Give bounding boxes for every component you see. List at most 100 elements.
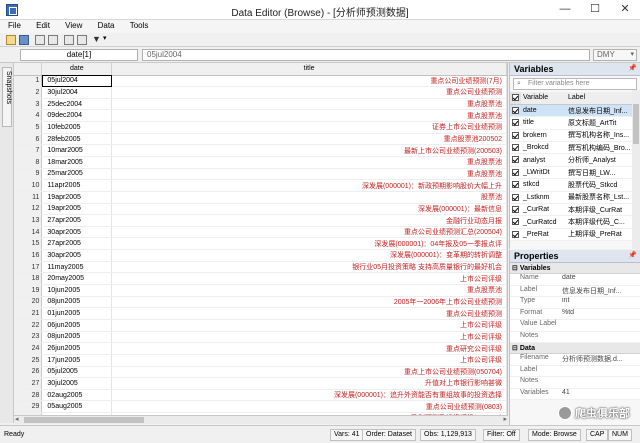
row-number[interactable]: 17: [14, 261, 43, 274]
cell-title[interactable]: 最新上市公司业绩预测(200503): [111, 144, 507, 157]
row-number[interactable]: 4: [14, 109, 43, 123]
table-row[interactable]: 9 25mar2005 重点股票池: [14, 168, 507, 181]
variable-row[interactable]: _CurRat 本期评级_CurRat: [510, 203, 640, 217]
variable-row[interactable]: stkcd 股票代码_Stkcd: [510, 178, 640, 192]
collapse-icon[interactable]: ⊟: [512, 345, 520, 352]
row-number[interactable]: 3: [14, 98, 43, 111]
row-number[interactable]: 10: [14, 179, 43, 192]
variable-row[interactable]: title 原文标题_ArtTit: [510, 116, 640, 130]
row-number[interactable]: 6: [14, 133, 43, 146]
property-row[interactable]: Notes: [510, 377, 640, 389]
cell-date[interactable]: 08jun2005: [41, 331, 113, 344]
row-number[interactable]: 2: [14, 86, 43, 99]
row-number[interactable]: 11: [14, 191, 43, 204]
checkbox-icon[interactable]: [512, 218, 519, 226]
cell-date[interactable]: 27apr2005: [41, 214, 113, 227]
table-row[interactable]: 6 28feb2005 重点股票池200502: [14, 133, 507, 146]
cell-title[interactable]: 上市公司评级: [111, 331, 507, 344]
cell-date[interactable]: 11may2005: [41, 261, 113, 274]
table-row[interactable]: 28 02aug2005 深发展(000001)：追升外资能否有重组故事的投资选择: [14, 389, 507, 402]
cell-title[interactable]: 重点股票池: [111, 168, 507, 181]
row-number[interactable]: 14: [14, 226, 43, 239]
variable-row[interactable]: analyst 分析师_Analyst: [510, 153, 640, 167]
maximize-button[interactable]: ☐: [580, 0, 610, 20]
variable-checkbox-cell[interactable]: [510, 129, 521, 143]
checkbox-icon[interactable]: [512, 230, 519, 238]
property-row[interactable]: Notes: [510, 331, 640, 343]
row-number[interactable]: 24: [14, 342, 43, 355]
cell-title[interactable]: 深发展(000001)：最新信息: [111, 203, 507, 216]
variable-row[interactable]: date 信息发布日期_Inf...: [510, 104, 640, 118]
row-number[interactable]: 27: [14, 377, 43, 390]
table-row[interactable]: 7 10mar2005 最新上市公司业绩预测(200503): [14, 144, 507, 157]
cell-date[interactable]: 17jun2005: [41, 354, 113, 367]
properties-section-header[interactable]: ⊟ Data: [510, 343, 640, 354]
row-number[interactable]: 8: [14, 156, 43, 169]
cell-title[interactable]: 重点上市公司业绩预测(050704): [111, 366, 507, 379]
cell-title[interactable]: 重点公司业绩预测: [111, 307, 507, 320]
horizontal-scrollbar[interactable]: ◂ ▸: [14, 415, 508, 424]
cell-title[interactable]: 上市公司评级: [111, 354, 507, 367]
cell-title[interactable]: 银行业05月投资策略 支持高质量银行的最好机会: [111, 261, 507, 274]
cell-date[interactable]: 25mar2005: [41, 168, 113, 181]
cell-date[interactable]: 08jun2005: [41, 296, 113, 309]
cell-date[interactable]: 30jul2005: [41, 377, 113, 390]
menu-view[interactable]: View: [57, 20, 87, 30]
row-number[interactable]: 9: [14, 168, 43, 181]
menu-tools[interactable]: Tools: [122, 20, 154, 30]
checkbox-icon[interactable]: [512, 156, 519, 164]
collapse-icon[interactable]: ⊟: [512, 265, 520, 272]
row-number[interactable]: 15: [14, 237, 43, 251]
menu-file[interactable]: File: [0, 20, 26, 30]
property-row[interactable]: Filename 分析师预测数据.d...: [510, 354, 640, 366]
cell-title[interactable]: 重点公司业绩预测(7月): [111, 75, 507, 88]
variable-checkbox-cell[interactable]: [510, 191, 521, 205]
variable-checkbox-cell[interactable]: [510, 141, 521, 155]
variable-row[interactable]: _LWritDt 撰写日期_LW...: [510, 166, 640, 180]
format-select[interactable]: DMY ▾: [593, 49, 637, 61]
variable-checkbox-cell[interactable]: [510, 203, 521, 217]
checkbox-icon[interactable]: [512, 144, 519, 152]
table-row[interactable]: 3 25dec2004 重点股票池: [14, 98, 507, 111]
cell-value-input[interactable]: 05jul2004: [142, 49, 590, 61]
row-number[interactable]: 21: [14, 307, 43, 320]
table-row[interactable]: 23 08jun2005 上市公司评级: [14, 331, 507, 344]
cell-date[interactable]: 05jul2004: [41, 75, 113, 88]
scroll-left-icon[interactable]: ◂: [15, 416, 19, 424]
cell-title[interactable]: 深发展(000001)：变革期的转折调整: [111, 249, 507, 262]
row-number[interactable]: 7: [14, 144, 43, 157]
checkbox-icon[interactable]: [512, 131, 519, 139]
table-row[interactable]: 25 17jun2005 上市公司评级: [14, 354, 507, 367]
row-number[interactable]: 19: [14, 284, 43, 297]
table-row[interactable]: 21 01jun2005 重点公司业绩预测: [14, 307, 507, 320]
cell-title[interactable]: 深发展(000001)：新政预期影响股价大幅上升: [111, 179, 507, 192]
table-row[interactable]: 19 10jun2005 重点股票池: [14, 284, 507, 297]
cell-date[interactable]: 10jun2005: [41, 284, 113, 297]
variable-row[interactable]: _Lstknm 最新股票名称_Lst...: [510, 191, 640, 205]
table-row[interactable]: 11 19apr2005 股票池: [14, 191, 507, 204]
variable-checkbox-cell[interactable]: [510, 166, 521, 180]
table-row[interactable]: 10 11apr2005 深发展(000001)：新政预期影响股价大幅上升: [14, 179, 507, 192]
cell-date[interactable]: 09dec2004: [41, 109, 113, 123]
cell-title[interactable]: 重点股票池: [111, 156, 507, 169]
property-row[interactable]: Label 信息发布日期_Inf...: [510, 285, 640, 297]
row-number[interactable]: 25: [14, 354, 43, 367]
row-number[interactable]: 12: [14, 203, 43, 216]
table-row[interactable]: 5 10feb2005 证券上市公司业绩预测: [14, 121, 507, 134]
cell-title[interactable]: 金融行业动态月报: [111, 214, 507, 227]
filter-variables-input[interactable]: ⌕ Filter variables here: [513, 78, 637, 90]
checkbox-icon[interactable]: [512, 168, 519, 176]
cell-title[interactable]: 深发展(000001)：04年报及05一季报点评: [111, 237, 507, 251]
table-row[interactable]: 14 30apr2005 重点公司业绩预测汇总(200504): [14, 226, 507, 239]
cell-date[interactable]: 11apr2005: [41, 179, 113, 192]
cell-title[interactable]: 证券上市公司业绩预测: [111, 121, 507, 134]
menu-edit[interactable]: Edit: [28, 20, 55, 30]
row-number[interactable]: 16: [14, 249, 43, 262]
grid-corner[interactable]: [14, 63, 43, 76]
select-all-checkbox-cell[interactable]: [510, 92, 521, 105]
scroll-right-icon[interactable]: ▸: [503, 416, 507, 424]
horizontal-scroll-thumb[interactable]: [24, 417, 144, 423]
table-row[interactable]: 27 30jul2005 升值对上市银行影响甚微: [14, 377, 507, 390]
cell-date[interactable]: 02aug2005: [41, 389, 113, 402]
column-header-title[interactable]: title: [111, 63, 507, 76]
